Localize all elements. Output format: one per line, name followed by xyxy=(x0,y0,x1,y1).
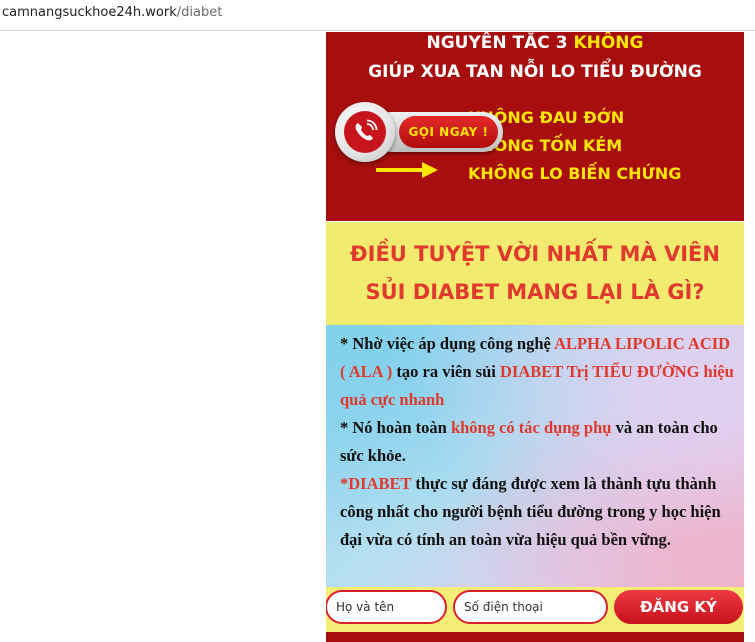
section-heading: ĐIỀU TUYỆT VỜI NHẤT MÀ VIÊN SỦI DIABET M… xyxy=(326,222,744,325)
hero-title-keyword: KHÔNG xyxy=(573,33,644,53)
register-button[interactable]: ĐĂNG KÝ xyxy=(614,590,743,624)
phone-field[interactable] xyxy=(453,590,608,624)
url-domain: camnangsuckhoe24h.work xyxy=(2,5,177,20)
text-segment: * Nó hoàn toàn xyxy=(340,418,451,437)
paragraph-technology: * Nhờ việc áp dụng công nghệ ALPHA LIPOL… xyxy=(340,330,734,414)
footer-strip xyxy=(326,632,744,642)
highlight-no-side-effects: không có tác dụng phụ xyxy=(450,418,612,437)
hero-title-line2: GIÚP XUA TAN NỖI LO TIỂU ĐƯỜNG xyxy=(368,62,702,82)
text-segment: * Nhờ việc áp dụng công nghệ xyxy=(340,334,555,353)
hero-banner: NGUYÊN TẮC 3 KHÔNG GIÚP XUA TAN NỖI LO T… xyxy=(326,32,744,221)
benefits-description: * Nhờ việc áp dụng công nghệ ALPHA LIPOL… xyxy=(326,325,744,587)
hero-title-line1: NGUYÊN TẮC 3 KHÔNG xyxy=(326,33,744,53)
benefit-item: KHÔNG TỐN KÉM xyxy=(468,136,623,155)
right-arrow-icon xyxy=(376,162,438,178)
call-now-label[interactable]: GỌI NGAY ! xyxy=(399,116,498,148)
address-bar[interactable]: camnangsuckhoe24h.work/diabet xyxy=(0,0,755,31)
benefit-list: KHÔNG ĐAU ĐỚN KHÔNG TỐN KÉM KHÔNG LO BIẾ… xyxy=(468,104,744,188)
call-now-button[interactable]: GỌI NGAY ! xyxy=(335,102,503,162)
section-heading-line1: ĐIỀU TUYỆT VỜI NHẤT MÀ VIÊN xyxy=(350,242,720,266)
phone-ringing-icon xyxy=(355,119,378,141)
url-path: /diabet xyxy=(176,5,223,20)
benefit-item: KHÔNG ĐAU ĐỚN xyxy=(468,108,625,127)
signup-form: ĐĂNG KÝ xyxy=(326,587,744,632)
hero-title-prefix: NGUYÊN TẮC 3 xyxy=(426,33,574,53)
paragraph-safety: * Nó hoàn toàn không có tác dụng phụ và … xyxy=(340,414,734,470)
paragraph-achievement: *DIABET thực sự đáng được xem là thành t… xyxy=(340,470,734,554)
benefit-item: KHÔNG LO BIẾN CHỨNG xyxy=(468,164,682,183)
phone-badge[interactable] xyxy=(335,102,395,162)
name-field[interactable] xyxy=(326,590,447,624)
text-segment: tạo ra viên sủi xyxy=(392,362,500,381)
landing-column: NGUYÊN TẮC 3 KHÔNG GIÚP XUA TAN NỖI LO T… xyxy=(326,32,744,642)
highlight-brand: *DIABET xyxy=(340,474,412,493)
section-heading-line2: SỦI DIABET MANG LẠI LÀ GÌ? xyxy=(365,280,705,304)
